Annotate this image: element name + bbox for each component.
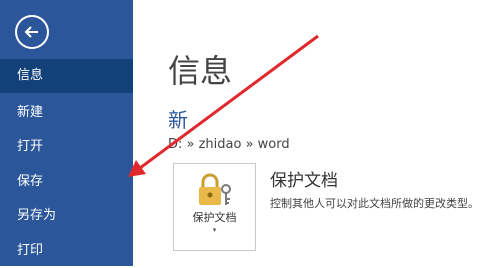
- info-panel: 信息 新 D: » zhidao » word 保护文档 ▾ 保护文档 控制其他…: [133, 0, 500, 266]
- back-arrow-icon: [24, 26, 38, 38]
- protect-section-title: 保护文档: [270, 171, 338, 191]
- protect-document-button[interactable]: 保护文档 ▾: [173, 163, 256, 251]
- chevron-down-icon: ▾: [212, 226, 217, 234]
- back-button[interactable]: [15, 15, 49, 49]
- sidebar-item-label: 打印: [17, 243, 44, 258]
- sidebar-item-label: 打开: [17, 139, 44, 154]
- sidebar-item-label: 信息: [17, 68, 44, 83]
- sidebar-item-new[interactable]: 新建: [0, 96, 133, 130]
- sidebar-item-label: 保存: [17, 174, 44, 189]
- backstage-sidebar: 信息 新建 打开 保存 另存为 打印: [0, 0, 133, 266]
- sidebar-item-print[interactable]: 打印: [0, 234, 133, 268]
- page-title: 信息: [168, 52, 233, 90]
- sidebar-item-label: 新建: [17, 105, 44, 120]
- document-name: 新: [168, 108, 188, 132]
- sidebar-item-open[interactable]: 打开: [0, 130, 133, 164]
- sidebar-item-save-as[interactable]: 另存为: [0, 199, 133, 233]
- protect-document-button-label: 保护文档: [192, 211, 237, 224]
- sidebar-item-label: 另存为: [17, 208, 57, 223]
- sidebar-item-info[interactable]: 信息: [0, 59, 133, 93]
- sidebar-item-save[interactable]: 保存: [0, 165, 133, 199]
- protect-section-description: 控制其他人可以对此文档所做的更改类型。: [270, 197, 479, 210]
- lock-key-icon: [199, 173, 231, 205]
- document-path[interactable]: D: » zhidao » word: [168, 137, 290, 152]
